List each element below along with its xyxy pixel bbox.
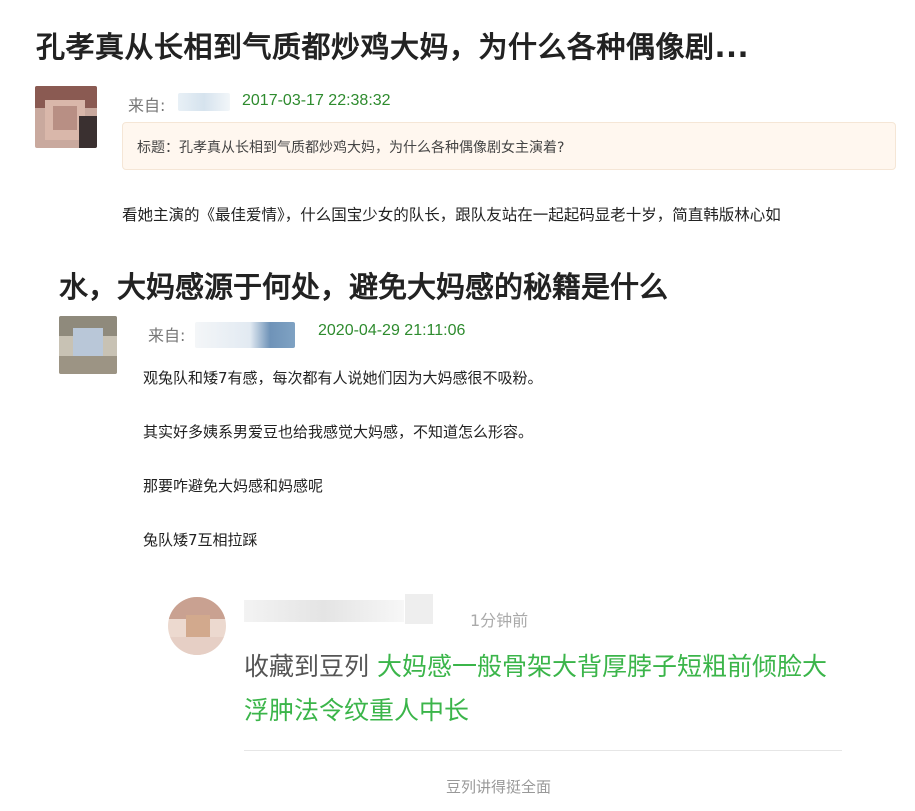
comment-time: 1分钟前 bbox=[470, 611, 529, 630]
post1-date: 2017-03-17 22:38:32 bbox=[242, 92, 391, 109]
post2-title[interactable]: 水，大妈感源于何处，避免大妈感的秘籍是什么 bbox=[59, 264, 668, 306]
comment-author-extra bbox=[405, 594, 433, 624]
post2-author-name[interactable] bbox=[195, 322, 295, 348]
post2-avatar[interactable] bbox=[59, 316, 117, 374]
avatar-image bbox=[59, 316, 117, 374]
footer-caption: 豆列讲得挺全面 bbox=[446, 778, 552, 796]
post1-from-label: 来自: bbox=[128, 96, 166, 115]
comment-author-name[interactable] bbox=[244, 600, 404, 622]
post2-line-1: 观兔队和矮7有感，每次都有人说她们因为大妈感很不吸粉。 bbox=[143, 369, 543, 387]
post1-body: 看她主演的《最佳爱情》，什么国宝少女的队长，跟队友站在一起起码显老十岁，简直韩版… bbox=[122, 206, 781, 224]
post2-from-label: 来自: bbox=[148, 326, 186, 345]
comment-avatar[interactable] bbox=[168, 597, 226, 655]
avatar-image bbox=[168, 597, 226, 655]
comment-text: 收藏到豆列 大妈感一般骨架大背厚脖子短粗前倾脸大浮肿法令纹重人中长 bbox=[244, 645, 844, 733]
post1-quote-text: 标题：孔孝真从长相到气质都炒鸡大妈，为什么各种偶像剧女主演着? bbox=[137, 140, 565, 156]
post2-date: 2020-04-29 21:11:06 bbox=[318, 322, 466, 339]
post1-author-name[interactable] bbox=[178, 93, 230, 111]
post2-line-4: 兔队矮7互相拉踩 bbox=[143, 531, 258, 549]
post1-title[interactable]: 孔孝真从长相到气质都炒鸡大妈，为什么各种偶像剧... bbox=[36, 24, 749, 66]
post2-line-2: 其实好多姨系男爱豆也给我感觉大妈感，不知道怎么形容。 bbox=[143, 423, 534, 441]
avatar-image bbox=[35, 86, 97, 148]
divider bbox=[244, 750, 842, 751]
post1-quote-box: 标题：孔孝真从长相到气质都炒鸡大妈，为什么各种偶像剧女主演着? bbox=[122, 122, 896, 170]
post2-line-3: 那要咋避免大妈感和妈感呢 bbox=[143, 477, 324, 495]
comment-prefix[interactable]: 收藏到豆列 bbox=[244, 652, 369, 681]
post1-avatar[interactable] bbox=[35, 86, 97, 148]
